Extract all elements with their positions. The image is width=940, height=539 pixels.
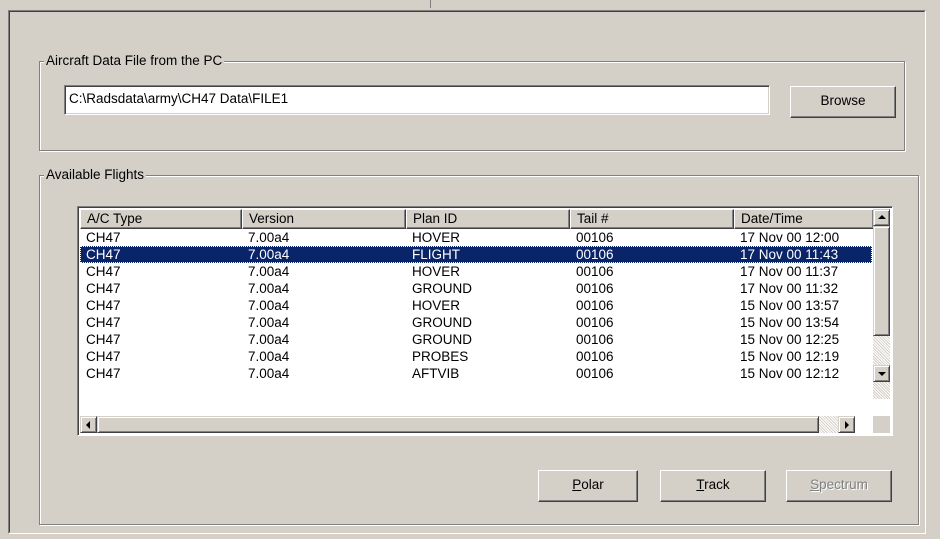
arrow-right-icon <box>845 421 849 429</box>
table-cell: CH47 <box>86 349 121 364</box>
table-cell: HOVER <box>412 298 461 313</box>
divider <box>430 0 431 8</box>
table-cell: CH47 <box>86 298 121 313</box>
column-header-tail[interactable]: Tail # <box>570 209 734 229</box>
flights-list-header: A/C Type Version Plan ID Tail # Date/Tim… <box>80 209 874 229</box>
top-edge <box>0 0 940 10</box>
arrow-left-icon <box>86 421 90 429</box>
table-cell: 00106 <box>576 264 614 279</box>
aircraft-file-group-label: Aircraft Data File from the PC <box>44 53 225 69</box>
table-row[interactable]: CH47 7.00a4 HOVER 00106 17 Nov 00 12:00 <box>80 229 872 246</box>
table-cell: 00106 <box>576 281 614 296</box>
vertical-scrollbar[interactable] <box>873 209 890 399</box>
table-cell: 7.00a4 <box>248 315 290 330</box>
column-header-plan-id[interactable]: Plan ID <box>406 209 570 229</box>
browse-button[interactable]: Browse <box>790 86 896 118</box>
table-cell: 7.00a4 <box>248 264 290 279</box>
table-cell: CH47 <box>86 315 121 330</box>
table-cell: AFTVIB <box>412 366 460 381</box>
table-cell: 7.00a4 <box>248 247 290 262</box>
table-cell: 00106 <box>576 366 614 381</box>
table-cell: 7.00a4 <box>248 298 290 313</box>
column-header-date-time[interactable]: Date/Time <box>734 209 874 229</box>
table-cell: PROBES <box>412 349 469 364</box>
table-cell: 17 Nov 00 11:37 <box>740 264 839 279</box>
table-cell: 00106 <box>576 315 614 330</box>
table-cell: 17 Nov 00 11:32 <box>740 281 839 296</box>
table-cell: 15 Nov 00 13:57 <box>740 298 840 313</box>
polar-button[interactable]: Polar <box>538 470 638 502</box>
table-cell: HOVER <box>412 264 461 279</box>
available-flights-group-label: Available Flights <box>44 167 147 183</box>
flights-list[interactable]: A/C Type Version Plan ID Tail # Date/Tim… <box>77 206 893 436</box>
table-cell: CH47 <box>86 264 121 279</box>
dialog-panel: Aircraft Data File from the PC C:\Radsda… <box>8 10 926 534</box>
table-cell: GROUND <box>412 332 472 347</box>
table-cell: 7.00a4 <box>248 332 290 347</box>
scroll-down-button[interactable] <box>873 365 890 382</box>
column-header-ac-type[interactable]: A/C Type <box>80 209 242 229</box>
available-flights-group: Available Flights A/C Type Version Plan … <box>39 167 919 525</box>
table-cell: GROUND <box>412 315 472 330</box>
table-cell: 00106 <box>576 247 614 262</box>
arrow-up-icon <box>878 215 886 219</box>
table-cell: 00106 <box>576 298 614 313</box>
table-cell: FLIGHT <box>412 247 461 262</box>
table-row[interactable]: CH47 7.00a4 FLIGHT 00106 17 Nov 00 11:43 <box>80 246 872 263</box>
table-cell: 7.00a4 <box>248 281 290 296</box>
table-cell: 17 Nov 00 11:43 <box>740 247 839 262</box>
table-row[interactable]: CH47 7.00a4 PROBES 00106 15 Nov 00 12:19 <box>80 348 872 365</box>
table-cell: 00106 <box>576 230 614 245</box>
scroll-up-button[interactable] <box>873 209 890 226</box>
scroll-right-button[interactable] <box>838 416 855 433</box>
table-cell: 7.00a4 <box>248 349 290 364</box>
table-cell: GROUND <box>412 281 472 296</box>
aircraft-file-group: Aircraft Data File from the PC C:\Radsda… <box>39 53 905 151</box>
spectrum-button[interactable]: Spectrum <box>786 470 892 502</box>
table-row[interactable]: CH47 7.00a4 HOVER 00106 17 Nov 00 11:37 <box>80 263 872 280</box>
file-path-input[interactable]: C:\Radsdata\army\CH47 Data\FILE1 <box>64 85 770 115</box>
arrow-down-icon <box>878 372 886 376</box>
horizontal-scrollbar[interactable] <box>80 416 855 433</box>
table-row[interactable]: CH47 7.00a4 GROUND 00106 17 Nov 00 11:32 <box>80 280 872 297</box>
table-cell: 17 Nov 00 12:00 <box>740 230 840 245</box>
table-cell: CH47 <box>86 247 121 262</box>
table-cell: 15 Nov 00 12:25 <box>740 332 840 347</box>
table-cell: CH47 <box>86 281 121 296</box>
vertical-scroll-thumb[interactable] <box>873 226 890 336</box>
table-cell: 00106 <box>576 332 614 347</box>
table-cell: CH47 <box>86 230 121 245</box>
table-cell: 7.00a4 <box>248 366 290 381</box>
table-row[interactable]: CH47 7.00a4 GROUND 00106 15 Nov 00 12:25 <box>80 331 872 348</box>
horizontal-scroll-thumb[interactable] <box>97 416 819 433</box>
table-cell: 15 Nov 00 13:54 <box>740 315 840 330</box>
table-cell: 15 Nov 00 12:19 <box>740 349 840 364</box>
table-row[interactable]: CH47 7.00a4 GROUND 00106 15 Nov 00 13:54 <box>80 314 872 331</box>
table-row[interactable]: CH47 7.00a4 HOVER 00106 15 Nov 00 13:57 <box>80 297 872 314</box>
track-button[interactable]: Track <box>660 470 766 502</box>
flights-list-rows: CH47 7.00a4 HOVER 00106 17 Nov 00 12:00 CH47 7… <box>80 229 872 387</box>
table-cell: HOVER <box>412 230 461 245</box>
column-header-version[interactable]: Version <box>242 209 406 229</box>
table-cell: CH47 <box>86 332 121 347</box>
table-row[interactable]: CH47 7.00a4 AFTVIB 00106 15 Nov 00 12:12 <box>80 365 872 382</box>
table-cell: 00106 <box>576 349 614 364</box>
table-cell: 7.00a4 <box>248 230 290 245</box>
scroll-left-button[interactable] <box>80 416 97 433</box>
table-cell: 15 Nov 00 12:12 <box>740 366 840 381</box>
table-cell: CH47 <box>86 366 121 381</box>
scrollbar-corner <box>873 416 890 433</box>
